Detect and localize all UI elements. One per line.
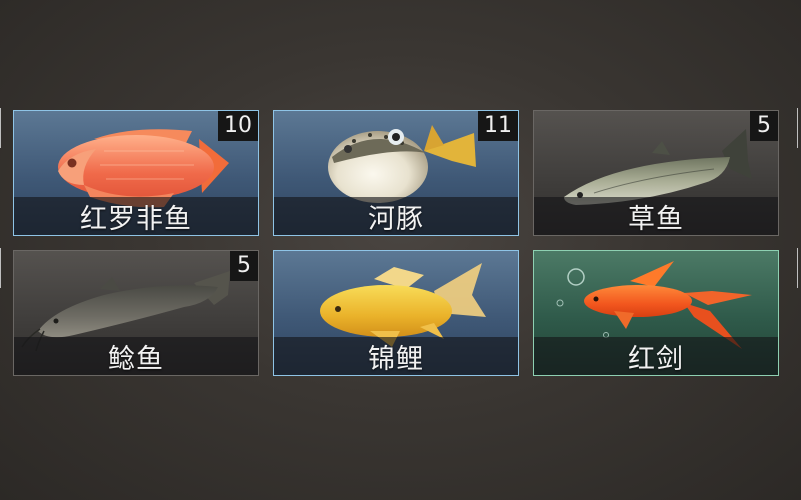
fish-name: 红剑 <box>628 343 684 375</box>
right-edge-marker <box>797 248 801 288</box>
fish-count-badge: 10 <box>218 111 258 141</box>
fish-name-bar: 鲶鱼 <box>14 337 258 375</box>
right-edge-marker <box>797 108 801 148</box>
card-background: 红罗非鱼 10 <box>13 110 259 236</box>
card-background: 红剑 <box>533 250 779 376</box>
fish-name: 草鱼 <box>628 203 684 235</box>
fish-name-bar: 红剑 <box>534 337 778 375</box>
left-edge-marker <box>0 248 4 288</box>
fish-name: 红罗非鱼 <box>80 203 192 235</box>
fish-card-goldfish[interactable]: 锦鲤 <box>273 250 519 376</box>
fish-count-badge: 11 <box>478 111 518 141</box>
fish-card-pufferfish[interactable]: 河豚 11 <box>273 110 519 236</box>
card-background: 河豚 11 <box>273 110 519 236</box>
card-background: 鲶鱼 5 <box>13 250 259 376</box>
left-edge-marker <box>0 108 4 148</box>
fish-name-bar: 河豚 <box>274 197 518 235</box>
fish-card-grass-carp[interactable]: 草鱼 5 <box>533 110 779 236</box>
fish-count-badge: 5 <box>230 251 258 281</box>
fish-card-red-swordtail[interactable]: 红剑 <box>533 250 779 376</box>
fish-name: 锦鲤 <box>368 343 424 375</box>
fish-count-badge: 5 <box>750 111 778 141</box>
fish-card-catfish[interactable]: 鲶鱼 5 <box>13 250 259 376</box>
fish-name-bar: 红罗非鱼 <box>14 197 258 235</box>
card-background: 草鱼 5 <box>533 110 779 236</box>
fish-name-bar: 锦鲤 <box>274 337 518 375</box>
fish-name: 河豚 <box>368 203 424 235</box>
fish-card-red-tilapia[interactable]: 红罗非鱼 10 <box>13 110 259 236</box>
fish-name: 鲶鱼 <box>108 343 164 375</box>
fish-collection-grid: 红罗非鱼 10 河豚 11 草鱼 5 鲶鱼 5 锦鲤 红剑 <box>0 0 801 500</box>
fish-name-bar: 草鱼 <box>534 197 778 235</box>
card-background: 锦鲤 <box>273 250 519 376</box>
